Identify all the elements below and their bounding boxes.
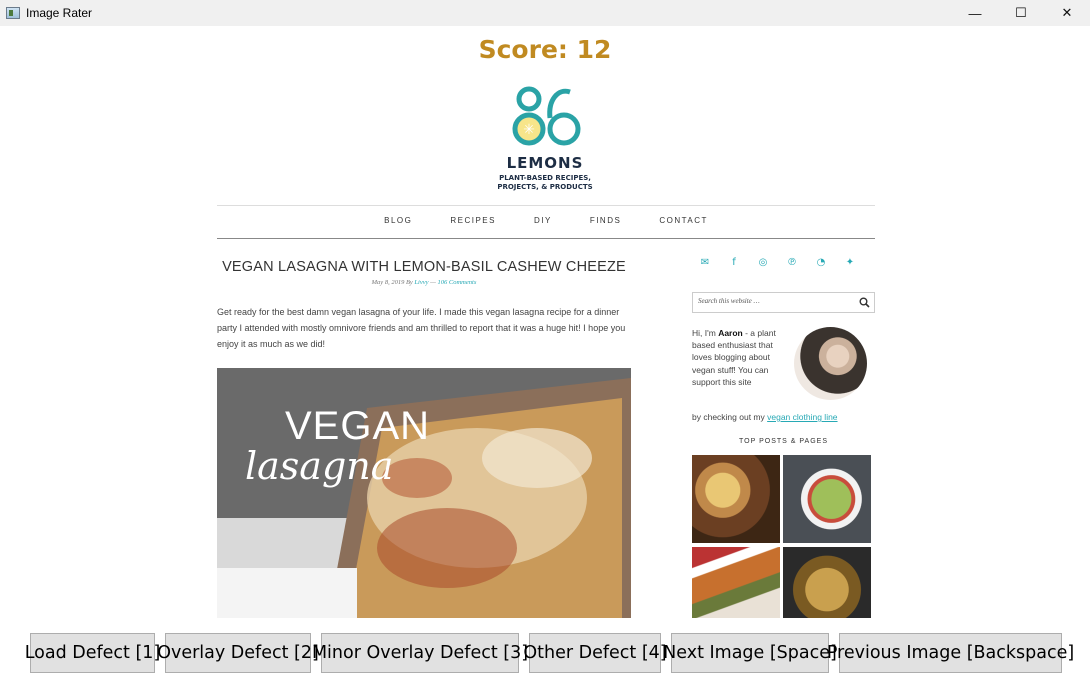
social-icons: ✉ f ◎ ℗ ◔ ✦: [697, 254, 858, 270]
site-logo[interactable]: ✳ LEMONS PLANT-BASED RECIPES, PROJECTS, …: [490, 86, 600, 198]
load-defect-button[interactable]: Load Defect [1]: [25, 633, 160, 673]
facebook-icon[interactable]: f: [726, 254, 742, 270]
post-body: Get ready for the best damn vegan lasagn…: [217, 307, 626, 349]
post-meta: May 8, 2019 By Livvy — 106 Comments: [217, 279, 631, 286]
nav-item-blog[interactable]: BLOG: [384, 216, 412, 225]
lemon-86-logo-icon: ✳: [512, 86, 581, 146]
twitter-icon[interactable]: ✦: [842, 254, 858, 270]
email-icon[interactable]: ✉: [697, 254, 713, 270]
hero-text-lasagna: lasagna: [245, 444, 394, 488]
pinterest-icon[interactable]: ℗: [784, 254, 800, 270]
site-nav: BLOG RECIPES DIY FINDS CONTACT: [217, 216, 875, 225]
app-icon: [6, 7, 20, 19]
window-controls: — ☐ ✕: [952, 0, 1090, 26]
post-hero-image: VEGAN lasagna: [217, 368, 631, 618]
hero-text-vegan: VEGAN: [285, 404, 431, 448]
logo-tagline-line-2: PROJECTS, & PRODUCTS: [497, 183, 593, 191]
close-button[interactable]: ✕: [1044, 0, 1090, 26]
post-author-link[interactable]: Livvy: [414, 279, 428, 286]
previous-image-button[interactable]: Previous Image [Backspace]: [827, 633, 1074, 673]
nav-item-contact[interactable]: CONTACT: [659, 216, 708, 225]
minimize-button[interactable]: —: [952, 0, 998, 26]
next-image-button[interactable]: Next Image [Space]: [663, 633, 837, 673]
sidebar-search: [692, 292, 875, 313]
clothing-line-link[interactable]: vegan clothing line: [767, 412, 837, 422]
other-defect-button[interactable]: Other Defect [4]: [523, 633, 667, 673]
logo-word: LEMONS: [506, 154, 584, 172]
top-posts-heading: TOP POSTS & PAGES: [739, 438, 828, 445]
overlay-defect-button[interactable]: Overlay Defect [2]: [157, 633, 319, 673]
post-meta-separator: —: [428, 279, 438, 286]
rated-image: ✳ LEMONS PLANT-BASED RECIPES, PROJECTS, …: [0, 76, 1090, 618]
nav-item-recipes[interactable]: RECIPES: [450, 216, 496, 225]
top-post-thumbnail[interactable]: [692, 455, 780, 543]
logo-tagline: PLANT-BASED RECIPES, PROJECTS, & PRODUCT…: [490, 174, 600, 192]
about-name: Aaron: [718, 328, 743, 338]
search-icon[interactable]: [859, 297, 870, 308]
score-label: Score: 12: [478, 35, 612, 64]
logo-tagline-line-1: PLANT-BASED RECIPES,: [499, 174, 591, 182]
post-title[interactable]: VEGAN LASAGNA WITH LEMON-BASIL CASHEW CH…: [217, 259, 631, 275]
nav-divider-top: [217, 205, 875, 206]
about-hi: Hi, I'm: [692, 328, 719, 338]
top-post-thumbnail[interactable]: [783, 547, 871, 618]
top-post-thumbnail[interactable]: [783, 455, 871, 543]
nav-item-diy[interactable]: DIY: [534, 216, 552, 225]
author-avatar: [794, 327, 867, 400]
rss-icon[interactable]: ◔: [813, 254, 829, 270]
window-title: Image Rater: [26, 6, 93, 20]
search-input[interactable]: [698, 297, 848, 305]
instagram-icon[interactable]: ◎: [755, 254, 771, 270]
about-support: by checking out my vegan clothing line: [692, 412, 875, 422]
svg-text:✳: ✳: [523, 122, 535, 138]
top-post-thumbnail[interactable]: [692, 547, 780, 618]
maximize-button[interactable]: ☐: [998, 0, 1044, 26]
nav-divider-bottom: [217, 238, 875, 239]
post-date: May 8, 2019 By: [371, 279, 415, 286]
about-blurb: Hi, I'm Aaron - a plant based enthusiast…: [692, 327, 792, 388]
window-titlebar: Image Rater — ☐ ✕: [0, 0, 1090, 26]
about-by: by checking out my: [692, 412, 768, 422]
nav-item-finds[interactable]: FINDS: [590, 216, 622, 225]
minor-overlay-defect-button[interactable]: Minor Overlay Defect [3]: [312, 633, 528, 673]
post-comments-link[interactable]: 106 Comments: [438, 279, 477, 286]
